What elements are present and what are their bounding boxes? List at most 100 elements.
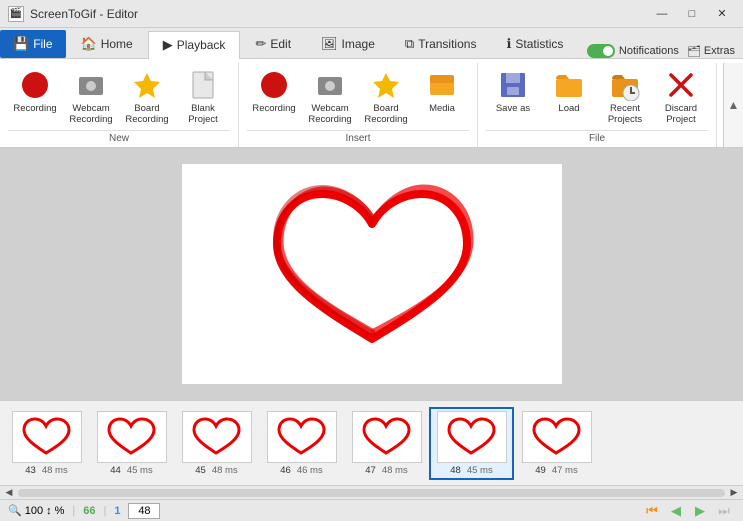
media-button[interactable]: Media (415, 67, 469, 116)
tab-file[interactable]: 💾 File (0, 30, 66, 58)
ribbon-content: Recording Webcam Recording (0, 58, 743, 148)
ribbon-group-file: Save as Load (478, 63, 717, 147)
save-as-button[interactable]: Save as (486, 67, 540, 116)
extras-label: Extras (704, 45, 735, 57)
filmstrip: 43 48 ms 44 45 ms 45 48 ms (0, 400, 743, 485)
frame-49[interactable]: 49 47 ms (514, 407, 599, 480)
tab-edit[interactable]: ✏ Edit (240, 30, 306, 58)
tab-playback-label: Playback (177, 38, 226, 52)
extras-button[interactable]: 🗂 Extras (687, 45, 735, 58)
blank-project-button[interactable]: Blank Project (176, 67, 230, 128)
tab-statistics[interactable]: ℹ Statistics (491, 30, 578, 58)
recording-insert-label: Recording (252, 103, 295, 114)
frame-43[interactable]: 43 48 ms (4, 407, 89, 480)
board-recording-button[interactable]: Board Recording (120, 67, 174, 128)
heart-drawing (252, 174, 492, 374)
nav-first-button[interactable]: ⏮ (641, 502, 663, 520)
zoom-control: 🔍 100 ↕ % (8, 504, 64, 517)
canvas-container (182, 164, 562, 384)
frame-43-thumb (12, 411, 82, 463)
tab-home[interactable]: 🏠 Home (66, 30, 148, 58)
tab-image[interactable]: 🖼 Image (306, 30, 390, 58)
main-area (0, 148, 743, 400)
frame-47-thumb (352, 411, 422, 463)
frame-44[interactable]: 44 45 ms (89, 407, 174, 480)
toggle-switch[interactable] (587, 44, 615, 58)
nav-prev-button[interactable]: ◀ (665, 502, 687, 520)
recording-button[interactable]: Recording (8, 67, 62, 116)
tab-row: 💾 File 🏠 Home ▶ Playback ✏ Edit 🖼 Image … (0, 28, 743, 58)
frame-43-num: 43 (25, 465, 36, 476)
recent-projects-label: Recent Projects (600, 103, 650, 126)
board-recording-insert-icon (370, 69, 402, 101)
tab-playback[interactable]: ▶ Playback (148, 31, 241, 59)
tab-transitions-label: Transitions (418, 37, 476, 51)
frame-49-info: 49 47 ms (535, 465, 577, 476)
frame-count: 66 (83, 505, 95, 517)
zoom-symbol: % (55, 505, 65, 517)
close-button[interactable]: ✕ (709, 5, 735, 23)
recording-insert-button[interactable]: Recording (247, 67, 301, 116)
zoom-value: 100 (25, 505, 43, 517)
recent-projects-button[interactable]: Recent Projects (598, 67, 652, 128)
frame-49-thumb (522, 411, 592, 463)
tab-file-label: File (33, 37, 52, 51)
frame-43-info: 43 48 ms (25, 465, 67, 476)
frame-48-thumb (437, 411, 507, 463)
notifications-toggle[interactable]: Notifications (587, 44, 679, 58)
frame-48-info: 48 45 ms (450, 465, 492, 476)
webcam-recording-icon (75, 69, 107, 101)
frame-number-input[interactable] (128, 503, 160, 519)
tab-transitions[interactable]: ⧉ Transitions (390, 30, 492, 58)
maximize-button[interactable]: □ (679, 5, 705, 23)
nav-next-button[interactable]: ▶ (689, 502, 711, 520)
ribbon-tabs: 💾 File 🏠 Home ▶ Playback ✏ Edit 🖼 Image … (0, 28, 578, 58)
collapse-ribbon-button[interactable]: ▲ (723, 63, 743, 147)
frame-43-ms: 48 ms (42, 465, 68, 476)
scroll-left-button[interactable]: ◀ (2, 486, 16, 500)
frame-48[interactable]: 48 45 ms (429, 407, 514, 480)
sep1: | (72, 505, 75, 517)
playback-tab-icon: ▶ (163, 37, 173, 53)
frame-46[interactable]: 46 46 ms (259, 407, 344, 480)
recording-label: Recording (13, 103, 56, 114)
webcam-recording-insert-icon (314, 69, 346, 101)
minimize-button[interactable]: — (649, 5, 675, 23)
blank-project-icon (187, 69, 219, 101)
insert-group-label: Insert (247, 130, 469, 147)
ribbon-group-insert-items: Recording Webcam Recording (247, 63, 469, 130)
tab-statistics-label: Statistics (515, 37, 563, 51)
tab-home-label: Home (101, 37, 133, 51)
recent-projects-icon (609, 69, 641, 101)
frame-47[interactable]: 47 48 ms (344, 407, 429, 480)
frame-47-num: 47 (365, 465, 376, 476)
frame-46-thumb (267, 411, 337, 463)
cursor-input-wrapper (128, 503, 160, 519)
frame-47-info: 47 48 ms (365, 465, 407, 476)
scroll-track[interactable] (18, 489, 725, 497)
load-button[interactable]: Load (542, 67, 596, 116)
frame-45-info: 45 48 ms (195, 465, 237, 476)
frame-49-ms: 47 ms (552, 465, 578, 476)
board-recording-insert-button[interactable]: Board Recording (359, 67, 413, 128)
webcam-recording-insert-label: Webcam Recording (305, 103, 355, 126)
app-icon: 🎬 (8, 6, 24, 22)
board-recording-icon (131, 69, 163, 101)
zoom-percent-arrow: ↕ (46, 505, 52, 517)
webcam-recording-button[interactable]: Webcam Recording (64, 67, 118, 128)
edit-tab-icon: ✏ (255, 36, 266, 52)
webcam-recording-insert-button[interactable]: Webcam Recording (303, 67, 357, 128)
nav-last-button[interactable]: ⏭ (713, 502, 735, 520)
frame-44-ms: 45 ms (127, 465, 153, 476)
load-icon (553, 69, 585, 101)
scrollbar-area: ◀ ▶ (0, 485, 743, 499)
frame-45-num: 45 (195, 465, 206, 476)
frame-45[interactable]: 45 48 ms (174, 407, 259, 480)
blank-project-label: Blank Project (178, 103, 228, 126)
frame-44-info: 44 45 ms (110, 465, 152, 476)
board-recording-label: Board Recording (122, 103, 172, 126)
file-tab-icon: 💾 (13, 36, 29, 52)
discard-project-button[interactable]: Discard Project (654, 67, 708, 128)
frame-46-ms: 46 ms (297, 465, 323, 476)
scroll-right-button[interactable]: ▶ (727, 486, 741, 500)
